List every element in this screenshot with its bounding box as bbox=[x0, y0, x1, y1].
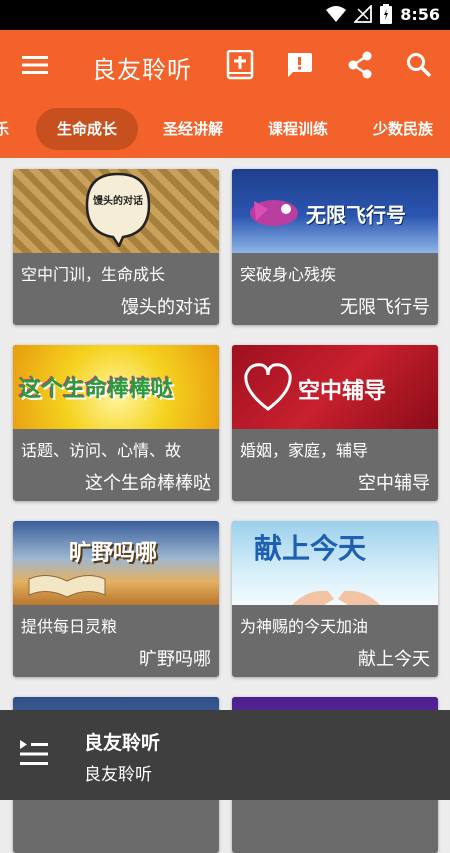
speech-bubble-image bbox=[85, 172, 151, 247]
thumb-text: 无限飞行号 bbox=[306, 203, 406, 227]
program-thumbnail: 无限飞行号 bbox=[232, 169, 438, 253]
program-card[interactable]: 这个生命棒棒哒 话题、访问、心情、故 这个生命棒棒哒 bbox=[13, 345, 219, 501]
program-title: 旷野吗哪 bbox=[139, 649, 211, 670]
bible-icon bbox=[226, 50, 254, 80]
player-title: 良友聆听 bbox=[84, 732, 161, 754]
search-icon bbox=[407, 53, 432, 78]
program-title: 无限飞行号 bbox=[340, 297, 430, 318]
program-card[interactable]: 馒头的对话 空中门训，生命成长 馒头的对话 bbox=[13, 169, 219, 325]
program-card[interactable]: 旷野吗哪 提供每日灵粮 旷野吗哪 bbox=[13, 521, 219, 677]
thumb-text: 馒头的对话 bbox=[93, 196, 143, 207]
program-thumbnail: 馒头的对话 bbox=[13, 169, 219, 253]
program-title: 馒头的对话 bbox=[121, 297, 211, 318]
battery-icon bbox=[380, 4, 393, 24]
thumb-text: 空中辅导 bbox=[298, 379, 387, 404]
open-book-image bbox=[28, 575, 106, 598]
bible-button[interactable] bbox=[222, 47, 258, 83]
program-subtitle: 为神赐的今天加油 bbox=[240, 617, 369, 636]
hands-image bbox=[292, 590, 380, 605]
program-thumbnail: 空中辅导 bbox=[232, 345, 438, 429]
wifi-icon bbox=[326, 6, 347, 22]
share-button[interactable] bbox=[342, 47, 378, 83]
program-subtitle: 突破身心残疾 bbox=[240, 265, 337, 284]
program-subtitle: 婚姻，家庭，辅导 bbox=[240, 441, 369, 460]
program-subtitle: 提供每日灵粮 bbox=[21, 617, 118, 636]
mini-player[interactable]: 良友聆听 良友聆听 bbox=[0, 710, 450, 800]
program-thumbnail: 这个生命棒棒哒 bbox=[13, 345, 219, 429]
thumb-text: 这个生命棒棒哒 bbox=[19, 377, 174, 402]
player-subtitle: 良友聆听 bbox=[84, 765, 152, 785]
status-icons: 8:56 bbox=[326, 4, 440, 24]
tab-bible-teaching[interactable]: 圣经讲解 bbox=[163, 100, 223, 158]
program-grid: 馒头的对话 空中门训，生命成长 馒头的对话 无限飞行号 突破身心残疾 无限飞行号… bbox=[0, 158, 450, 853]
menu-button[interactable] bbox=[17, 47, 53, 83]
search-button[interactable] bbox=[401, 47, 437, 83]
program-subtitle: 话题、访问、心情、故 bbox=[21, 441, 182, 460]
program-card[interactable]: 献上今天 为神赐的今天加油 献上今天 bbox=[232, 521, 438, 677]
status-bar: 8:56 bbox=[0, 0, 450, 30]
program-title: 献上今天 bbox=[358, 649, 430, 670]
program-subtitle: 空中门训，生命成长 bbox=[21, 265, 166, 284]
program-card[interactable]: 空中辅导 婚姻，家庭，辅导 空中辅导 bbox=[232, 345, 438, 501]
tab-life-growth[interactable]: 生命成长 bbox=[36, 108, 139, 150]
feedback-button[interactable] bbox=[281, 47, 317, 83]
status-time: 8:56 bbox=[400, 4, 440, 24]
playlist-button[interactable] bbox=[18, 738, 52, 772]
feedback-icon bbox=[288, 53, 312, 77]
thumb-text: 献上今天 bbox=[254, 532, 367, 565]
signal-icon bbox=[354, 5, 373, 23]
program-title: 空中辅导 bbox=[358, 473, 430, 494]
airplane-image bbox=[250, 200, 298, 226]
program-thumbnail: 献上今天 bbox=[232, 521, 438, 605]
tab-course-training[interactable]: 课程训练 bbox=[268, 100, 328, 158]
category-tabs: 乐 生命成长 圣经讲解 课程训练 少数民族 bbox=[0, 100, 450, 158]
playlist-icon bbox=[20, 740, 48, 765]
tab-music[interactable]: 乐 bbox=[0, 100, 9, 158]
program-card[interactable]: 无限飞行号 突破身心残疾 无限飞行号 bbox=[232, 169, 438, 325]
app-bar: 良友聆听 bbox=[0, 30, 450, 100]
thumb-text: 旷野吗哪 bbox=[69, 541, 158, 566]
program-title: 这个生命棒棒哒 bbox=[85, 473, 211, 494]
share-icon bbox=[348, 51, 372, 79]
tab-minority-languages[interactable]: 少数民族 bbox=[373, 100, 433, 158]
app-title: 良友聆听 bbox=[92, 56, 192, 84]
menu-icon bbox=[22, 56, 48, 74]
heart-image bbox=[244, 363, 292, 411]
program-thumbnail: 旷野吗哪 bbox=[13, 521, 219, 605]
